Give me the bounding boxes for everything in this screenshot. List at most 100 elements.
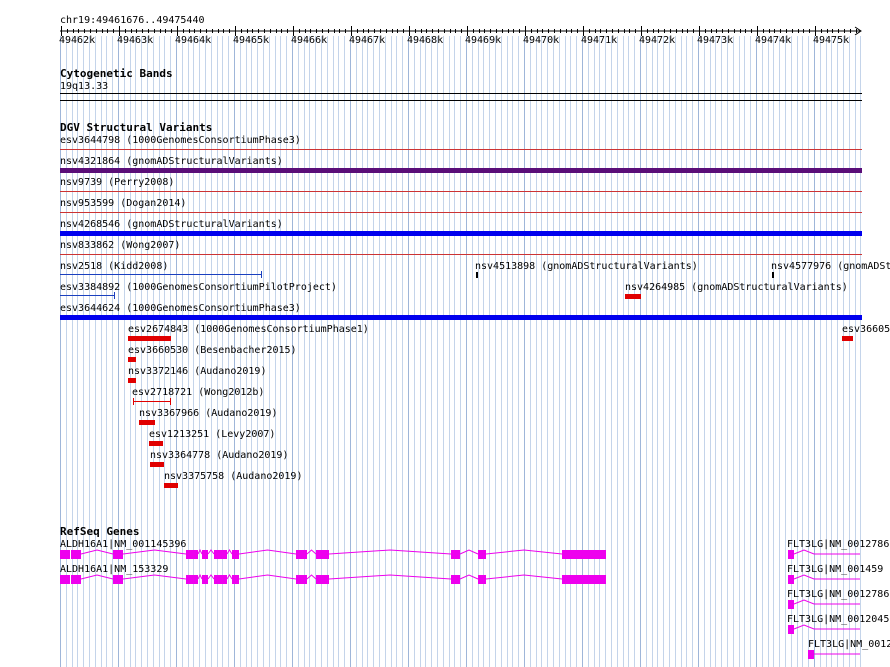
variant-label[interactable]: esv3660530 (Besenbacher2015) [128, 345, 297, 356]
ruler-minor-tick [107, 29, 108, 33]
variant-label[interactable]: nsv4264985 (gnomADStructuralVariants) [625, 282, 848, 293]
ruler-minor-tick [647, 29, 648, 33]
ruler-minor-tick [397, 29, 398, 33]
variant-bar[interactable] [60, 254, 862, 255]
gene-intron [485, 574, 563, 580]
variant-label[interactable]: esv36605 [842, 324, 890, 335]
gene-exon [113, 550, 123, 559]
ruler-minor-tick [664, 29, 665, 33]
variant-bar[interactable] [139, 420, 155, 425]
variant-bar[interactable] [149, 441, 163, 446]
gene-intron [122, 549, 187, 555]
ruler-minor-tick [252, 29, 253, 33]
ruler-minor-tick [310, 29, 311, 33]
ruler-minor-tick [519, 29, 520, 33]
variant-bar[interactable] [60, 212, 862, 213]
ruler-minor-tick [560, 29, 561, 33]
variant-label[interactable]: nsv3367966 (Audano2019) [139, 408, 277, 419]
variant-label[interactable]: esv3644624 (1000GenomesConsortiumPhase3) [60, 303, 301, 314]
gene-model[interactable] [806, 648, 866, 662]
ruler-minor-tick [229, 29, 230, 33]
variant-bar[interactable] [60, 231, 862, 236]
variant-label[interactable]: nsv4577976 (gnomADSt [771, 261, 890, 272]
variant-bar[interactable] [60, 191, 862, 192]
gene-exon [220, 575, 227, 584]
ruler-minor-tick [212, 29, 213, 33]
variant-bar[interactable] [60, 168, 862, 173]
ruler-minor-tick [84, 29, 85, 33]
variant-label[interactable]: nsv833862 (Wong2007) [60, 240, 180, 251]
variant-bar[interactable] [625, 294, 641, 299]
ruler-minor-tick [426, 29, 427, 33]
ruler-minor-tick [513, 29, 514, 33]
variant-bar[interactable] [164, 483, 178, 488]
variant-bar[interactable] [128, 378, 136, 383]
ruler-minor-tick [641, 29, 642, 33]
ruler-minor-tick [345, 29, 346, 33]
ruler-minor-tick [380, 29, 381, 33]
variant-label[interactable]: esv2674843 (1000GenomesConsortiumPhase1) [128, 324, 369, 335]
gene-model[interactable] [56, 573, 616, 587]
variant-label[interactable]: nsv4513898 (gnomADStructuralVariants) [475, 261, 698, 272]
variant-label[interactable]: esv1213251 (Levy2007) [149, 429, 275, 440]
variant-label[interactable]: nsv9739 (Perry2008) [60, 177, 174, 188]
variant-bar[interactable] [128, 336, 171, 341]
gene-model[interactable] [786, 623, 866, 637]
variant-label[interactable]: nsv4321864 (gnomADStructuralVariants) [60, 156, 283, 167]
ruler-minor-tick [73, 29, 74, 33]
gene-intron [197, 548, 203, 555]
gene-model[interactable] [786, 573, 866, 587]
variant-label[interactable]: nsv4268546 (gnomADStructuralVariants) [60, 219, 283, 230]
gene-intron [459, 549, 479, 555]
variant-bar[interactable] [128, 357, 136, 362]
variant-bar[interactable] [60, 295, 115, 296]
ruler-minor-tick [624, 29, 625, 33]
variant-label[interactable]: esv3384892 (1000GenomesConsortiumPilotPr… [60, 282, 337, 293]
ruler-minor-tick [96, 29, 97, 33]
variant-label[interactable]: nsv2518 (Kidd2008) [60, 261, 168, 272]
ruler-tick-label: 49468k [407, 35, 444, 46]
gene-model[interactable] [56, 548, 616, 562]
variant-bar[interactable] [842, 336, 853, 341]
ruler-minor-tick [61, 29, 62, 33]
cytoband-bar-bottom [60, 100, 862, 101]
ruler-minor-tick [322, 29, 323, 33]
ruler-minor-tick [119, 29, 120, 33]
ruler-tick-label: 49473k [697, 35, 734, 46]
cytoband-bar-top [60, 93, 862, 94]
ruler-minor-tick [473, 29, 474, 33]
gene-exon [71, 575, 81, 584]
variant-label[interactable]: nsv3375758 (Audano2019) [164, 471, 302, 482]
ruler-tick-label: 49462k [59, 35, 96, 46]
ruler-minor-tick [682, 29, 683, 33]
variant-bar[interactable] [60, 315, 862, 320]
variant-bar[interactable] [772, 272, 774, 278]
ruler-minor-tick [444, 29, 445, 33]
gene-model[interactable] [786, 598, 866, 612]
ruler-tick-label: 49475k [813, 35, 850, 46]
variant-label[interactable]: nsv3364778 (Audano2019) [150, 450, 288, 461]
gene-exon [71, 550, 81, 559]
ruler-minor-tick [432, 29, 433, 33]
ruler-minor-tick [635, 29, 636, 33]
variant-bar[interactable] [133, 401, 171, 402]
variant-label[interactable]: esv2718721 (Wong2012b) [132, 387, 264, 398]
ruler-minor-tick [595, 29, 596, 33]
gene-exon [316, 575, 329, 584]
ruler-minor-tick [780, 29, 781, 33]
ruler-minor-tick [363, 29, 364, 33]
gene-model[interactable] [786, 548, 866, 562]
ruler-minor-tick [571, 29, 572, 33]
variant-bar[interactable] [60, 274, 262, 275]
ruler-minor-tick [827, 29, 828, 33]
variant-label[interactable]: nsv3372146 (Audano2019) [128, 366, 266, 377]
gene-intron [328, 574, 452, 580]
ruler-minor-tick [850, 29, 851, 33]
variant-bar[interactable] [150, 462, 164, 467]
ruler-minor-tick [78, 29, 79, 33]
variant-bar[interactable] [60, 149, 862, 150]
variant-label[interactable]: nsv953599 (Dogan2014) [60, 198, 186, 209]
ruler-minor-tick [223, 29, 224, 33]
variant-bar[interactable] [476, 272, 478, 278]
variant-label[interactable]: esv3644798 (1000GenomesConsortiumPhase3) [60, 135, 301, 146]
